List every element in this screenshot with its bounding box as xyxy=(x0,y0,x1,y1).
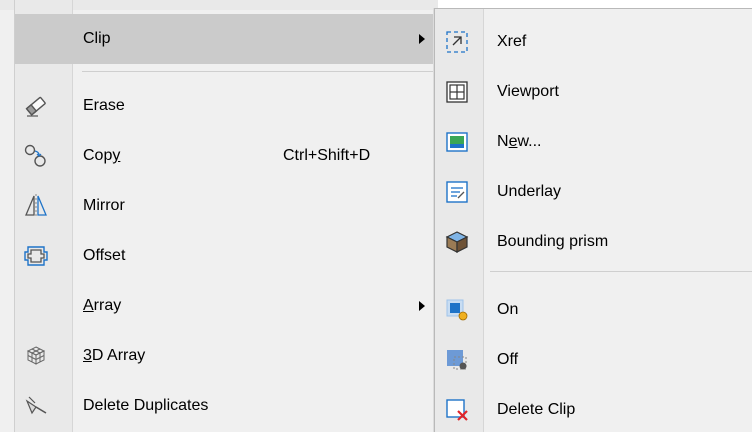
submenu-item-label: Bounding prism xyxy=(497,233,609,250)
menu-item-offset[interactable]: Offset xyxy=(15,231,438,281)
submenu-item-label: New... xyxy=(497,133,542,150)
new-clip-icon xyxy=(444,129,470,155)
screen: Clip Erase Copy Ctrl+Shift+D Mirror Offs… xyxy=(0,0,752,432)
underlay-clip-icon xyxy=(444,179,470,205)
submenu-item-label: Viewport xyxy=(497,83,559,100)
eraser-icon xyxy=(23,93,49,119)
submenu-arrow-icon xyxy=(419,301,425,311)
menu-item-3d-array[interactable]: 3D Array xyxy=(15,331,438,381)
clip-on-icon xyxy=(444,297,470,323)
menu-item-label: Erase xyxy=(83,97,125,114)
menu-item-array[interactable]: Array xyxy=(15,281,438,331)
bounding-prism-icon xyxy=(444,229,470,255)
submenu-item-new[interactable]: New... xyxy=(435,117,752,167)
menu-item-label: Copy xyxy=(83,147,121,164)
submenu-arrow-icon xyxy=(419,34,425,44)
delete-duplicates-icon xyxy=(23,393,49,419)
menu-item-label: 3D Array xyxy=(83,347,146,364)
menu-separator xyxy=(82,71,438,72)
submenu-item-label: Xref xyxy=(497,33,527,50)
xref-clip-icon xyxy=(444,29,470,55)
submenu-item-label: Delete Clip xyxy=(497,401,576,418)
3d-array-icon xyxy=(23,343,49,369)
submenu-item-xref[interactable]: Xref xyxy=(435,17,752,67)
menu-item-label: Clip xyxy=(83,30,111,47)
menu-item-delete-duplicates[interactable]: Delete Duplicates xyxy=(15,381,438,431)
submenu-item-label: On xyxy=(497,301,519,318)
menu-item-label: Mirror xyxy=(83,197,125,214)
submenu-separator xyxy=(490,271,752,272)
menu-item-copy[interactable]: Copy Ctrl+Shift+D xyxy=(15,131,438,181)
offset-icon xyxy=(23,243,49,269)
submenu-item-label: Underlay xyxy=(497,183,562,200)
menu-item-clip[interactable]: Clip xyxy=(15,14,438,64)
submenu-item-label: Off xyxy=(497,351,519,368)
submenu-item-on[interactable]: On xyxy=(435,285,752,335)
delete-clip-icon xyxy=(444,397,470,423)
shortcut-text: Ctrl+Shift+D xyxy=(283,147,371,164)
submenu-item-viewport[interactable]: Viewport xyxy=(435,67,752,117)
menu-item-erase[interactable]: Erase xyxy=(15,81,438,131)
context-menu: Clip Erase Copy Ctrl+Shift+D Mirror Offs… xyxy=(0,0,438,432)
menu-item-mirror[interactable]: Mirror xyxy=(15,181,438,231)
menu-item-label: Delete Duplicates xyxy=(83,397,209,414)
submenu-item-bounding-prism[interactable]: Bounding prism xyxy=(435,217,752,267)
mirror-icon xyxy=(23,193,49,219)
menu-item-label: Array xyxy=(83,297,122,314)
viewport-clip-icon xyxy=(444,79,470,105)
submenu-item-off[interactable]: Off xyxy=(435,335,752,385)
submenu-item-delete-clip[interactable]: Delete Clip xyxy=(435,385,752,432)
menu-item-label: Offset xyxy=(83,247,126,264)
clip-submenu: Xref Viewport New... Underlay Bounding p… xyxy=(434,8,752,432)
clip-off-icon xyxy=(444,347,470,373)
submenu-item-underlay[interactable]: Underlay xyxy=(435,167,752,217)
copy-icon xyxy=(23,143,49,169)
